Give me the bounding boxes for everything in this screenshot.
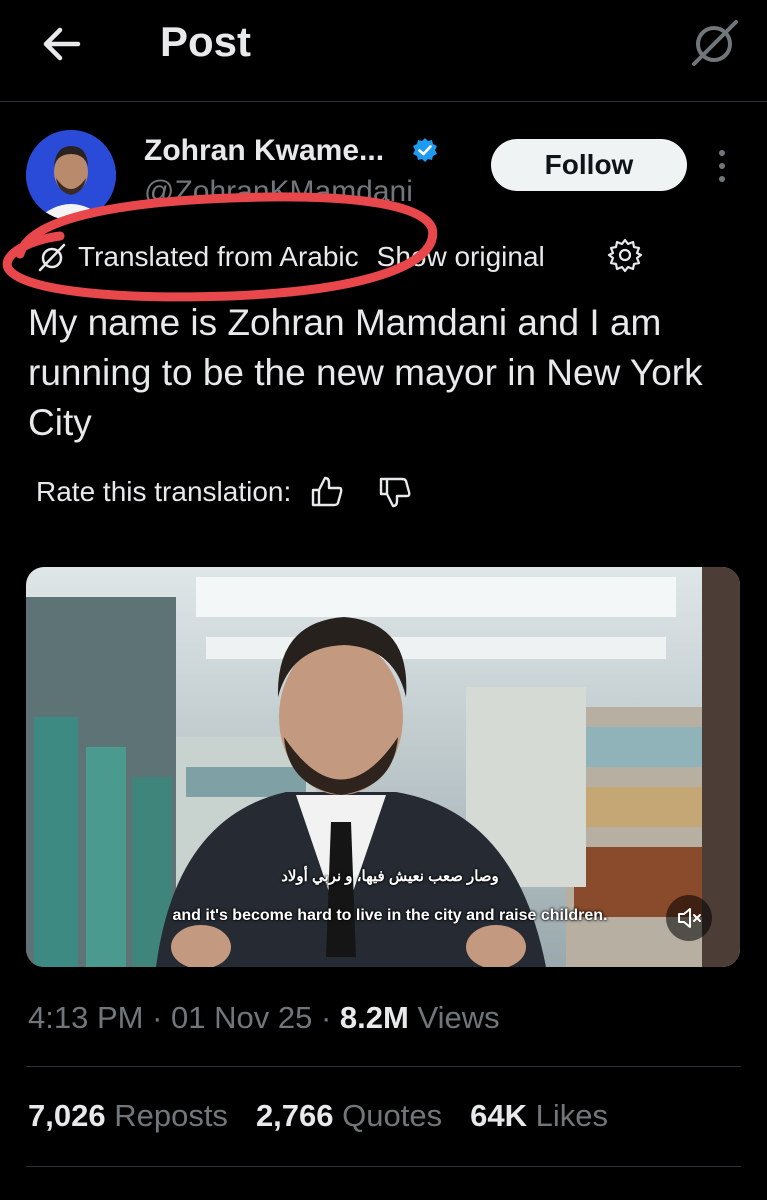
subtitle-english: and it's become hard to live in the city… [172, 907, 608, 924]
quotes-stat[interactable]: 2,766 Quotes [256, 1098, 442, 1134]
volume-muted-icon [678, 908, 701, 928]
back-button[interactable] [40, 22, 84, 66]
post-time: 4:13 PM [28, 1000, 144, 1035]
thumbs-up-icon[interactable] [309, 474, 345, 510]
divider [26, 1166, 741, 1167]
likes-stat[interactable]: 64K Likes [470, 1098, 608, 1134]
post-date: 01 Nov 25 [171, 1000, 313, 1035]
translation-settings-button[interactable] [606, 236, 644, 274]
verified-badge [410, 136, 440, 166]
likes-label: Likes [535, 1098, 608, 1133]
post-meta: 4:13 PM · 01 Nov 25 · 8.2M Views [28, 1000, 500, 1035]
video-player[interactable]: وصار صعب نعيش فيها، و نربي أولاد and it'… [26, 567, 740, 967]
header-divider [0, 101, 767, 102]
thumbs-down-icon[interactable] [377, 474, 413, 510]
gear-icon [607, 238, 643, 273]
divider [26, 1066, 741, 1067]
author-name[interactable]: Zohran Kwame... [144, 134, 384, 168]
views-label: Views [417, 1000, 500, 1035]
mute-button[interactable] [666, 895, 712, 941]
page-title: Post [160, 18, 252, 65]
verified-icon [413, 138, 437, 162]
quotes-count: 2,766 [255, 1098, 334, 1133]
more-options-button[interactable] [712, 148, 732, 184]
rate-translation: Rate this translation: [36, 472, 413, 512]
translation-info: Translated from Arabic Show original [36, 238, 545, 276]
quotes-label: Quotes [342, 1098, 443, 1133]
post-text: My name is Zohran Mamdani and I am runni… [28, 302, 703, 443]
follow-button[interactable]: Follow [491, 139, 687, 191]
arrow-left-icon [43, 27, 81, 61]
reposts-label: Reposts [114, 1098, 228, 1133]
profile-photo [26, 130, 116, 220]
translated-label: Translated from Arabic [78, 241, 359, 272]
grok-icon [38, 243, 66, 272]
views-count: 8.2M [339, 1000, 409, 1035]
show-original-link[interactable]: Show original [377, 241, 545, 273]
rate-label: Rate this translation: [36, 476, 292, 507]
reposts-stat[interactable]: 7,026 Reposts [28, 1098, 228, 1134]
more-vertical-icon [719, 150, 725, 182]
grok-button[interactable] [686, 14, 742, 70]
grok-icon [692, 20, 738, 66]
reposts-count: 7,026 [28, 1098, 106, 1133]
likes-count: 64K [470, 1098, 527, 1133]
engagement-stats: 7,026 Reposts 2,766 Quotes 64K Likes [28, 1098, 608, 1134]
subtitle-arabic: وصار صعب نعيش فيها، و نربي أولاد [281, 868, 499, 885]
author-handle[interactable]: @ZohranKMamdani [144, 175, 413, 209]
avatar[interactable] [26, 130, 116, 220]
